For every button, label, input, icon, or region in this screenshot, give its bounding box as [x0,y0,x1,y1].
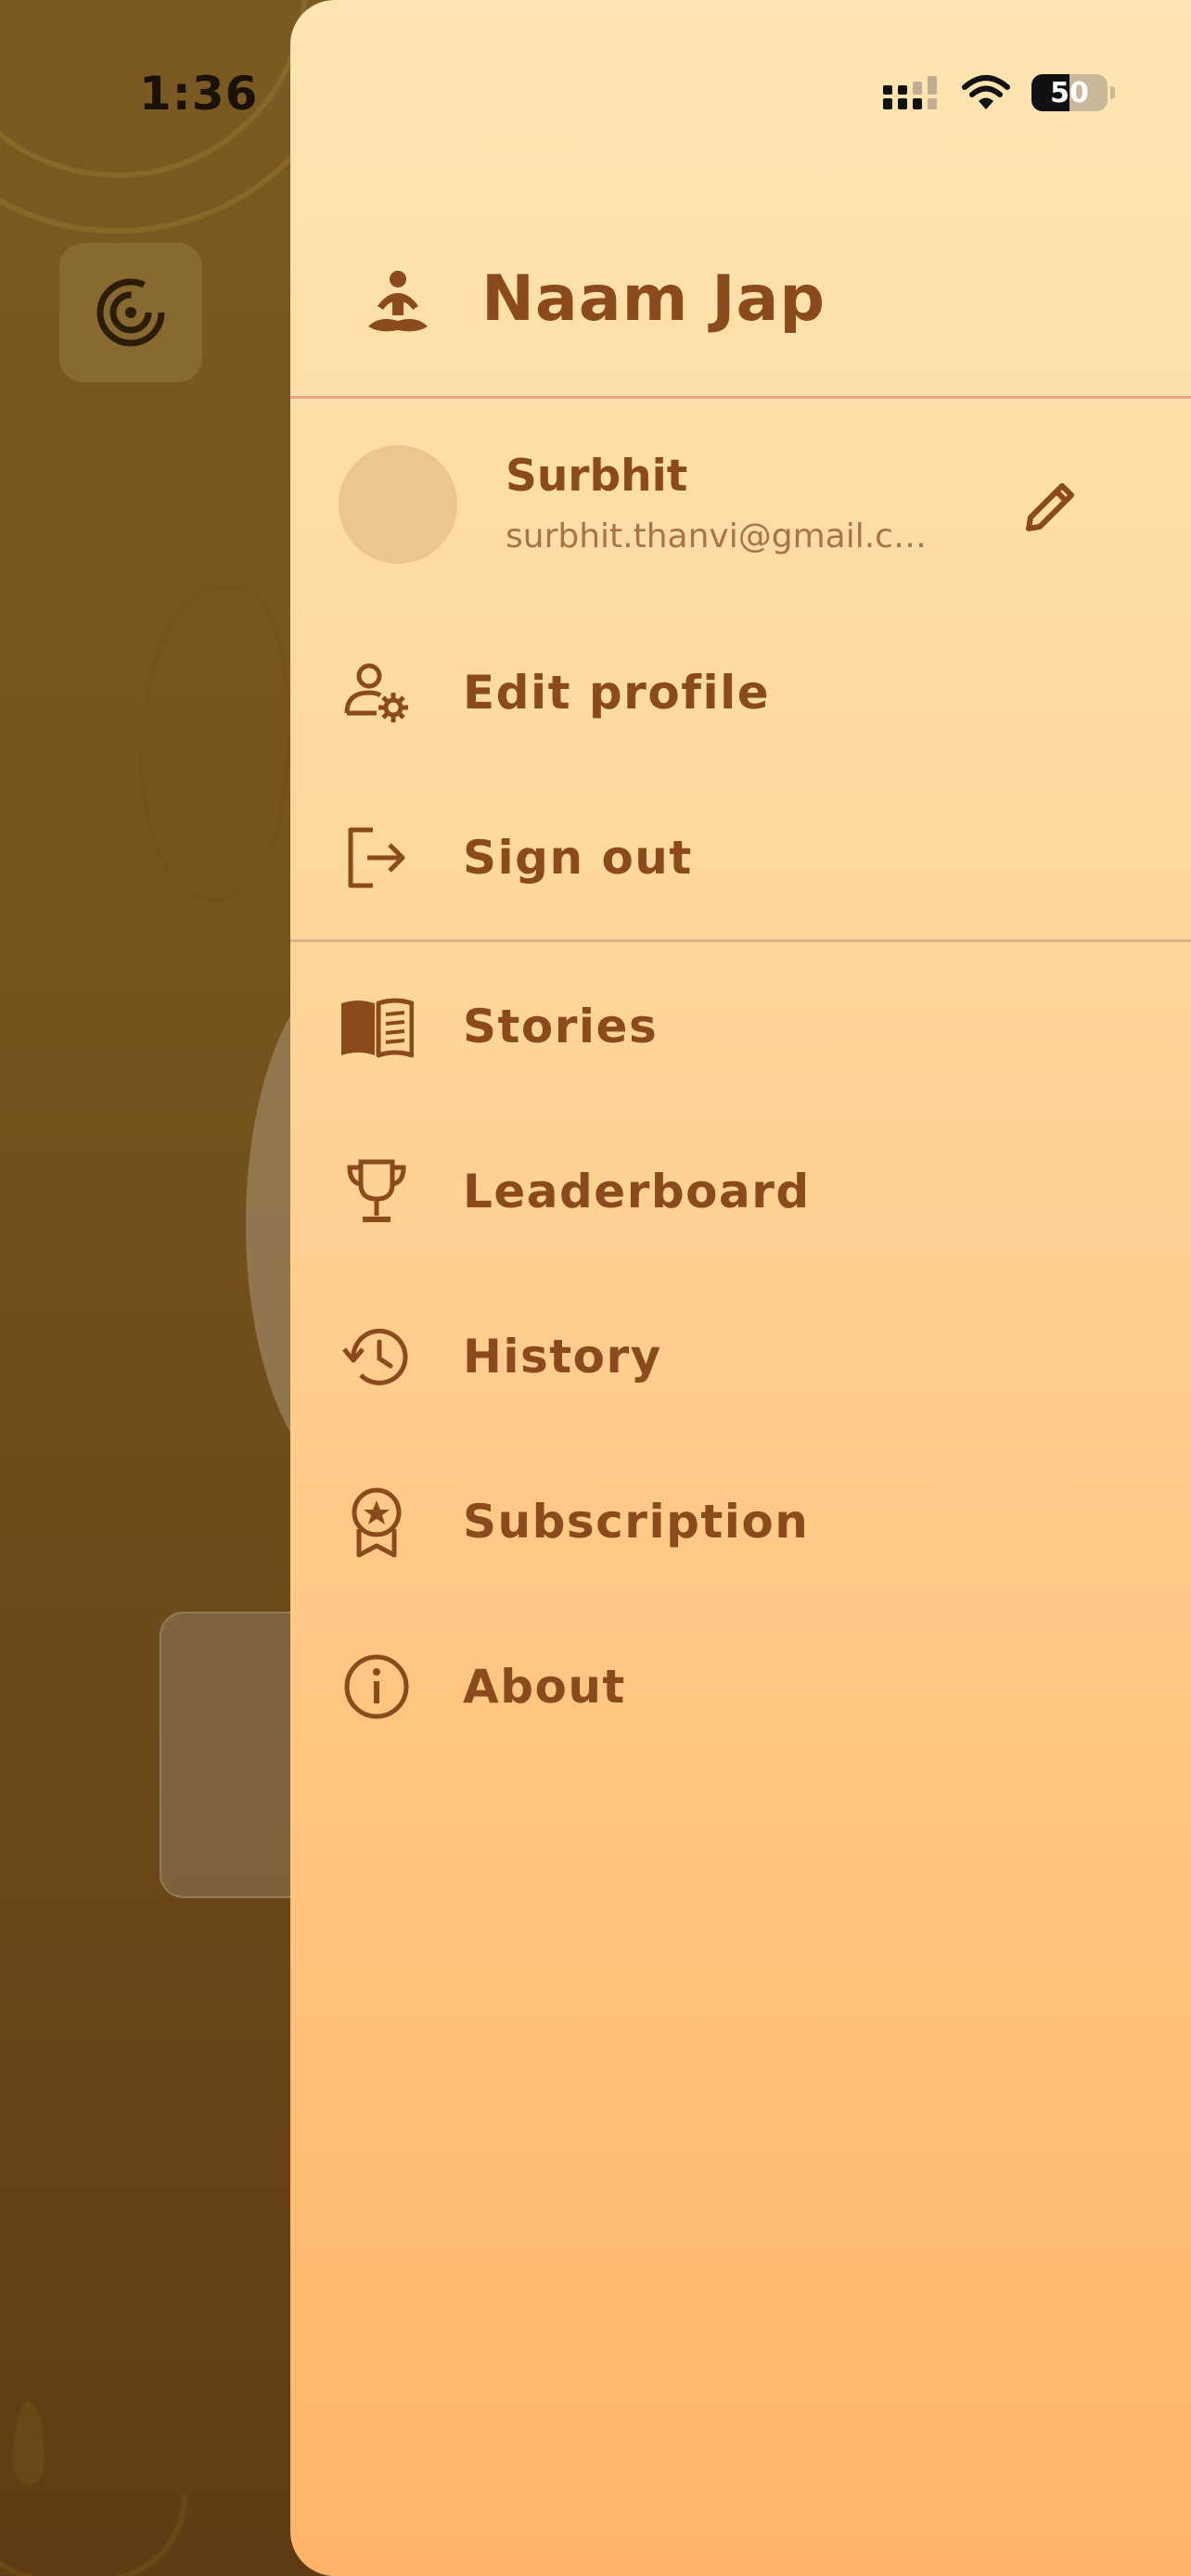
diya-flame-icon [13,2402,45,2485]
avatar [339,445,457,564]
user-gear-icon [335,651,418,734]
menu-item-label: Edit profile [463,666,771,720]
menu-item-stories[interactable]: Stories [290,957,1191,1096]
drawer-header: Naam Jap [290,0,1191,399]
menu-item-label: About [463,1660,626,1714]
navigation-drawer: 50 Naam Jap Surbhit surbhit.thanvi@gmail… [290,0,1191,2576]
book-icon [335,985,418,1068]
award-icon [335,1480,418,1563]
menu-item-subscription[interactable]: Subscription [290,1452,1191,1591]
menu-item-label: Sign out [463,831,693,885]
app-title: Naam Jap [481,262,826,336]
user-profile-section: Surbhit surbhit.thanvi@gmail.com [290,408,1191,593]
user-email: surbhit.thanvi@gmail.com [506,517,941,555]
trophy-icon [335,1150,418,1233]
target-icon [96,278,165,347]
menu-item-sign-out[interactable]: Sign out [290,788,1191,927]
pencil-icon [1026,483,1074,531]
edit-profile-button[interactable] [1014,469,1088,543]
decorative-bird-illustration [139,584,289,901]
logout-icon [335,816,418,899]
menu-item-label: Subscription [463,1495,810,1549]
diya-icon [0,2494,187,2576]
menu-item-label: Stories [463,1000,659,1053]
user-name: Surbhit [506,451,688,502]
menu-item-leaderboard[interactable]: Leaderboard [290,1122,1191,1261]
status-time: 1:36 [139,67,259,121]
background-target-button [59,243,202,382]
menu-item-about[interactable]: About [290,1617,1191,1756]
menu-item-label: History [463,1330,662,1384]
history-icon [335,1315,418,1398]
info-icon [335,1645,418,1728]
meditation-icon [368,271,428,332]
divider [290,939,1191,942]
menu-item-edit-profile[interactable]: Edit profile [290,623,1191,762]
menu-item-history[interactable]: History [290,1287,1191,1426]
menu-item-label: Leaderboard [463,1165,811,1218]
